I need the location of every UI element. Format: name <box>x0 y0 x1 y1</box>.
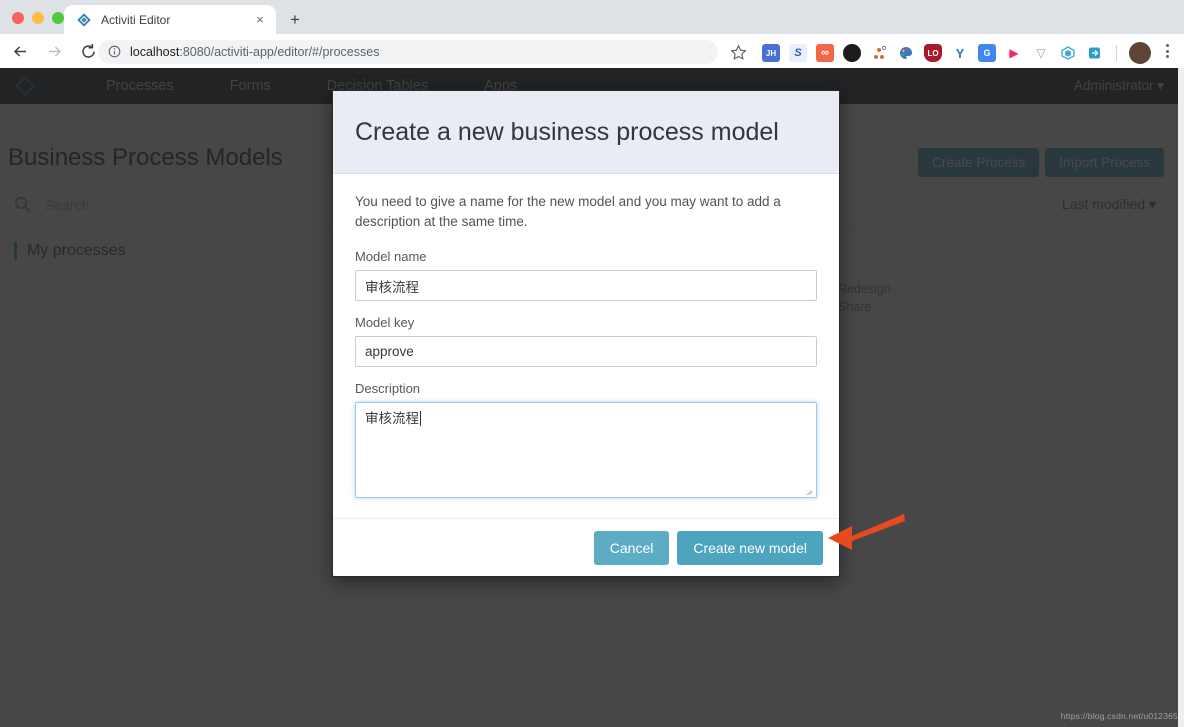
description-textarea[interactable]: 审核流程 <box>355 402 817 499</box>
close-tab-icon[interactable]: × <box>252 12 268 28</box>
dialog-title: Create a new business process model <box>355 117 779 146</box>
url-host: localhost <box>130 45 180 59</box>
description-label: Description <box>355 381 421 397</box>
save-page-extension-icon[interactable] <box>1086 44 1104 62</box>
browser-chrome: Activiti Editor × + localhost:8080/activ… <box>0 0 1184 68</box>
extensions-row: JH S ∞ LO Y G ▶ ▽ <box>762 42 1151 64</box>
sitemap-extension-icon[interactable] <box>870 44 888 62</box>
tab-title: Activiti Editor <box>101 12 171 27</box>
kebab-menu-icon[interactable] <box>1158 42 1176 60</box>
page-scrollbar[interactable] <box>1178 68 1184 727</box>
jupyterhub-extension-icon[interactable]: JH <box>762 44 780 62</box>
new-tab-button[interactable]: + <box>284 9 306 31</box>
text-cursor <box>420 411 421 427</box>
red-arrow-pointer <box>826 512 906 554</box>
infinity-extension-icon[interactable]: ∞ <box>816 44 834 62</box>
bookmark-star-icon[interactable] <box>730 44 748 62</box>
address-bar-text: localhost:8080/activiti-app/editor/#/pro… <box>130 45 379 59</box>
address-bar[interactable]: localhost:8080/activiti-app/editor/#/pro… <box>98 40 718 64</box>
cancel-button[interactable]: Cancel <box>593 530 670 565</box>
maximize-window-button[interactable] <box>52 12 64 24</box>
model-key-value: approve <box>365 344 414 360</box>
dialog-header: Create a new business process model <box>333 91 839 174</box>
google-translate-extension-icon[interactable]: G <box>978 44 996 62</box>
back-icon[interactable] <box>6 37 34 65</box>
field-model-key: Model key approve <box>355 315 817 368</box>
model-key-label: Model key <box>355 315 415 331</box>
window-controls <box>12 12 64 24</box>
field-description: Description 审核流程 <box>355 381 817 499</box>
profile-avatar[interactable] <box>1129 42 1151 64</box>
forward-icon <box>40 37 68 65</box>
watermark-text: https://blog.csdn.net/u012365 <box>1060 711 1178 721</box>
model-name-label: Model name <box>355 249 427 265</box>
create-model-dialog: Create a new business process model You … <box>332 90 840 577</box>
model-name-value: 审核流程 <box>365 279 419 295</box>
panda-extension-icon[interactable] <box>843 44 861 62</box>
play-extension-icon[interactable]: ▶ <box>1005 44 1023 62</box>
palette-extension-icon[interactable] <box>897 44 915 62</box>
field-model-name: Model name 审核流程 <box>355 249 817 302</box>
dialog-footer: Cancel Create new model <box>333 518 839 576</box>
browser-toolbar: localhost:8080/activiti-app/editor/#/pro… <box>0 34 1184 68</box>
create-new-model-button[interactable]: Create new model <box>677 530 823 565</box>
browser-tab[interactable]: Activiti Editor × <box>64 5 276 34</box>
activiti-diamond-icon <box>76 12 92 28</box>
description-value: 审核流程 <box>365 411 419 427</box>
s-extension-icon[interactable]: S <box>789 44 807 62</box>
dialog-body: You need to give a name for the new mode… <box>333 174 839 499</box>
cube-extension-icon[interactable] <box>1059 44 1077 62</box>
resize-grip-icon[interactable] <box>804 485 814 496</box>
url-path: :8080/activiti-app/editor/#/processes <box>179 45 380 59</box>
minimize-window-button[interactable] <box>32 12 44 24</box>
y-extension-icon[interactable]: Y <box>951 44 969 62</box>
model-key-input[interactable]: approve <box>355 336 817 368</box>
screenshot-root: Processes Forms Decision Tables Apps Adm… <box>0 0 1184 727</box>
dialog-intro-text: You need to give a name for the new mode… <box>355 194 781 229</box>
close-window-button[interactable] <box>12 12 24 24</box>
v-outline-extension-icon[interactable]: ▽ <box>1032 44 1050 62</box>
tab-strip: Activiti Editor × + <box>0 0 1184 34</box>
site-info-icon[interactable] <box>108 45 122 59</box>
toolbar-separator <box>1116 45 1117 61</box>
lastpass-extension-icon[interactable]: LO <box>924 44 942 62</box>
model-name-input[interactable]: 审核流程 <box>355 270 817 302</box>
